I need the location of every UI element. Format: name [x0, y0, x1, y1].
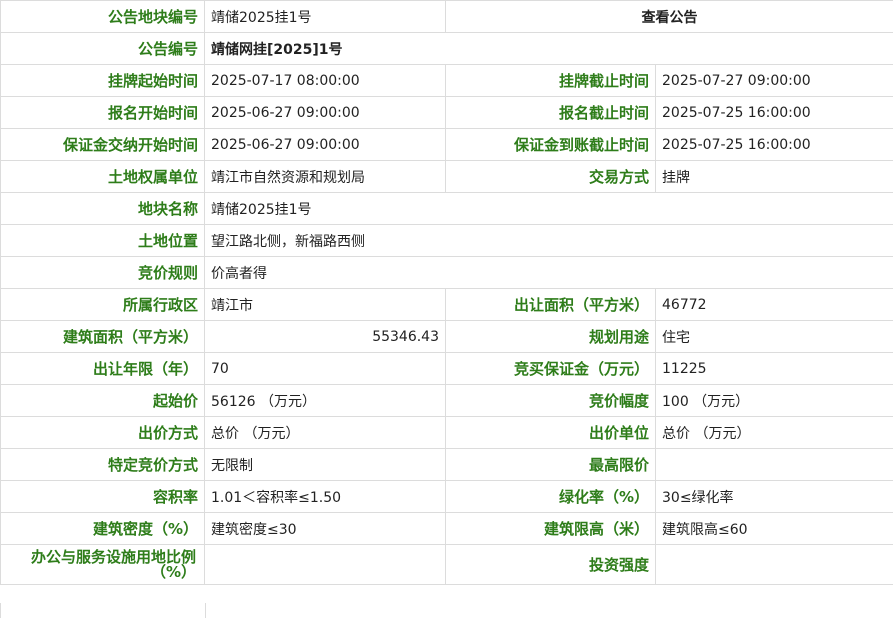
table-row: 出价方式 总价 （万元） 出价单位 总价 （万元） [0, 416, 893, 449]
field-value-bidding-rule: 价高者得 [204, 256, 893, 289]
field-value-investment-intensity [655, 544, 893, 585]
field-value-starting-price: 56126 （万元） [204, 384, 446, 417]
field-label-green-ratio: 绿化率（%） [445, 480, 656, 513]
field-value-building-area: 55346.43 [204, 320, 446, 353]
field-label-bidding-rule: 竞价规则 [0, 256, 205, 289]
field-value-bid-deposit: 11225 [655, 352, 893, 385]
field-label-listing-end: 挂牌截止时间 [445, 64, 656, 97]
table-row: 办公与服务设施用地比例（%） 投资强度 [0, 544, 893, 585]
table-row: 保证金交纳开始时间 2025-06-27 09:00:00 保证金到账截止时间 … [0, 128, 893, 161]
field-value-transfer-term: 70 [204, 352, 446, 385]
field-label-starting-price: 起始价 [0, 384, 205, 417]
table-row: 建筑密度（%） 建筑密度≤30 建筑限高（米） 建筑限高≤60 [0, 512, 893, 545]
field-label-building-density: 建筑密度（%） [0, 512, 205, 545]
field-label-registration-start: 报名开始时间 [0, 96, 205, 129]
field-value-plot-ratio: 1.01＜容积率≤1.50 [204, 480, 446, 513]
field-value-deposit-start: 2025-06-27 09:00:00 [204, 128, 446, 161]
table-row: 地块名称 靖储2025挂1号 [0, 192, 893, 225]
table-row: 竞价规则 价高者得 [0, 256, 893, 289]
field-label-parcel-code: 公告地块编号 [0, 0, 205, 33]
table-row: 出让年限（年） 70 竞买保证金（万元） 11225 [0, 352, 893, 385]
table-row: 公告地块编号 靖储2025挂1号 查看公告 [0, 0, 893, 33]
field-label-bid-unit: 出价单位 [445, 416, 656, 449]
field-value-bid-unit: 总价 （万元） [655, 416, 893, 449]
field-value-land-location: 望江路北侧，新福路西侧 [204, 224, 893, 257]
field-label-parcel-name: 地块名称 [0, 192, 205, 225]
table-row: 土地位置 望江路北侧，新福路西侧 [0, 224, 893, 257]
field-label-district: 所属行政区 [0, 288, 205, 321]
field-value-green-ratio: 30≤绿化率 [655, 480, 893, 513]
field-value-special-bidding: 无限制 [204, 448, 446, 481]
field-value-parcel-name: 靖储2025挂1号 [204, 192, 893, 225]
field-label-land-owner: 土地权属单位 [0, 160, 205, 193]
field-label-announcement-no: 公告编号 [0, 32, 205, 65]
table-row: 所属行政区 靖江市 出让面积（平方米） 46772 [0, 288, 893, 321]
table-row: 土地权属单位 靖江市自然资源和规划局 交易方式 挂牌 [0, 160, 893, 193]
field-label-deposit-start: 保证金交纳开始时间 [0, 128, 205, 161]
view-announcement-link[interactable]: 查看公告 [445, 0, 893, 33]
field-label-investment-intensity: 投资强度 [445, 544, 656, 585]
field-value-district: 靖江市 [204, 288, 446, 321]
field-value-trade-method: 挂牌 [655, 160, 893, 193]
field-label-height-limit: 建筑限高（米） [445, 512, 656, 545]
field-value-land-owner: 靖江市自然资源和规划局 [204, 160, 446, 193]
table-row: 公告编号 靖储网挂[2025]1号 [0, 32, 893, 65]
field-value-announcement-no: 靖储网挂[2025]1号 [204, 32, 893, 65]
field-value-parcel-code: 靖储2025挂1号 [204, 0, 446, 33]
field-value-bid-method: 总价 （万元） [204, 416, 446, 449]
field-label-listing-start: 挂牌起始时间 [0, 64, 205, 97]
field-value-listing-end: 2025-07-27 09:00:00 [655, 64, 893, 97]
table-continuation [0, 603, 893, 618]
field-value-deposit-deadline: 2025-07-25 16:00:00 [655, 128, 893, 161]
field-label-registration-end: 报名截止时间 [445, 96, 656, 129]
field-value-office-service-ratio [204, 544, 446, 585]
field-value-registration-end: 2025-07-25 16:00:00 [655, 96, 893, 129]
field-label-land-location: 土地位置 [0, 224, 205, 257]
field-label-max-price: 最高限价 [445, 448, 656, 481]
field-value-transfer-area: 46772 [655, 288, 893, 321]
field-value-planned-use: 住宅 [655, 320, 893, 353]
table-row: 建筑面积（平方米） 55346.43 规划用途 住宅 [0, 320, 893, 353]
land-parcel-info-table: 公告地块编号 靖储2025挂1号 查看公告 公告编号 靖储网挂[2025]1号 … [0, 0, 893, 585]
field-label-deposit-deadline: 保证金到账截止时间 [445, 128, 656, 161]
field-label-transfer-term: 出让年限（年） [0, 352, 205, 385]
table-row: 特定竞价方式 无限制 最高限价 [0, 448, 893, 481]
table-row: 起始价 56126 （万元） 竞价幅度 100 （万元） [0, 384, 893, 417]
field-label-bid-method: 出价方式 [0, 416, 205, 449]
field-label-building-area: 建筑面积（平方米） [0, 320, 205, 353]
field-label-special-bidding: 特定竞价方式 [0, 448, 205, 481]
field-value-height-limit: 建筑限高≤60 [655, 512, 893, 545]
divider [205, 603, 206, 618]
field-label-transfer-area: 出让面积（平方米） [445, 288, 656, 321]
field-value-max-price [655, 448, 893, 481]
field-label-office-service-ratio: 办公与服务设施用地比例（%） [0, 544, 205, 585]
field-label-bid-increment: 竞价幅度 [445, 384, 656, 417]
field-value-building-density: 建筑密度≤30 [204, 512, 446, 545]
field-value-bid-increment: 100 （万元） [655, 384, 893, 417]
field-label-plot-ratio: 容积率 [0, 480, 205, 513]
field-value-registration-start: 2025-06-27 09:00:00 [204, 96, 446, 129]
field-value-listing-start: 2025-07-17 08:00:00 [204, 64, 446, 97]
table-row: 容积率 1.01＜容积率≤1.50 绿化率（%） 30≤绿化率 [0, 480, 893, 513]
field-label-bid-deposit: 竞买保证金（万元） [445, 352, 656, 385]
field-label-planned-use: 规划用途 [445, 320, 656, 353]
table-row: 挂牌起始时间 2025-07-17 08:00:00 挂牌截止时间 2025-0… [0, 64, 893, 97]
field-label-trade-method: 交易方式 [445, 160, 656, 193]
table-row: 报名开始时间 2025-06-27 09:00:00 报名截止时间 2025-0… [0, 96, 893, 129]
